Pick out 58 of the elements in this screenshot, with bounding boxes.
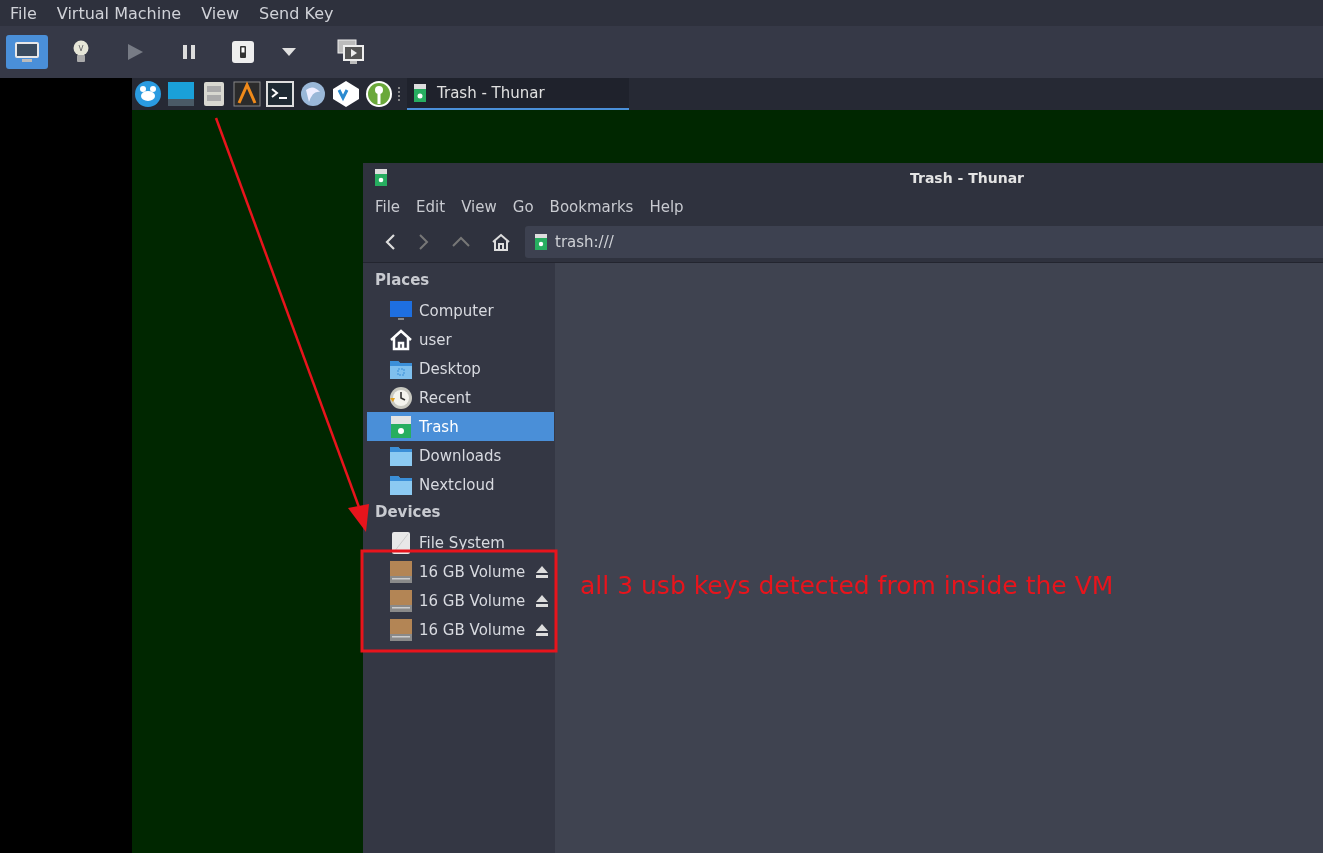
drive-icon: [389, 559, 413, 584]
back-icon[interactable]: [383, 233, 397, 251]
clock-icon: [389, 385, 413, 410]
caret-icon: [281, 47, 297, 57]
drive-icon: [389, 617, 413, 642]
sidebar-item[interactable]: File System: [367, 528, 554, 557]
monitor-icon: [389, 298, 413, 323]
menu-item[interactable]: File: [0, 3, 47, 23]
sidebar-item[interactable]: Nextcloud: [367, 470, 554, 499]
sidebar-item[interactable]: Computer: [367, 296, 554, 325]
sidebar-item[interactable]: Downloads: [367, 441, 554, 470]
play-icon: [125, 42, 145, 62]
screens-icon: [337, 39, 365, 65]
window-title: Trash - Thunar: [910, 169, 1025, 186]
menu-item[interactable]: Bookmarks: [541, 198, 642, 216]
trash-icon: [375, 169, 387, 186]
section-heading: Devices: [374, 502, 442, 523]
menu-item[interactable]: Edit: [408, 198, 454, 216]
trash-icon: [413, 84, 427, 102]
trash-icon: [389, 414, 413, 439]
annotation-text: all 3 usb keys detected from inside the VM: [580, 571, 1114, 600]
sidebar-item[interactable]: 16 GB Volume: [367, 615, 554, 644]
terminal-icon[interactable]: [266, 80, 294, 108]
taskbar-button[interactable]: Trash - Thunar: [407, 78, 629, 110]
up-icon[interactable]: [451, 236, 471, 248]
trash-icon: [535, 234, 547, 250]
toolbar-button[interactable]: [6, 35, 48, 69]
globe-icon[interactable]: [299, 80, 327, 108]
hexagon-icon[interactable]: [332, 80, 360, 108]
lightbulb-icon: [72, 39, 90, 65]
home-icon[interactable]: [491, 233, 511, 251]
section-heading: Places: [374, 270, 431, 291]
sidebar-item[interactable]: Desktop: [367, 354, 554, 383]
menu-item[interactable]: File: [367, 198, 409, 216]
home-icon: [389, 327, 413, 352]
mouse-icon[interactable]: [134, 80, 162, 108]
pause-icon: [180, 43, 198, 61]
menu-item[interactable]: Virtual Machine: [46, 3, 192, 23]
forward-icon[interactable]: [417, 233, 431, 251]
drive-icon: [389, 588, 413, 613]
eject-icon[interactable]: [535, 593, 549, 608]
sidebar-item[interactable]: Recent: [367, 383, 554, 412]
eject-icon[interactable]: [535, 564, 549, 579]
desktop-icon[interactable]: [167, 80, 195, 108]
sidebar-item[interactable]: 16 GB Volume: [367, 557, 554, 586]
sidebar-item[interactable]: user: [367, 325, 554, 354]
location-field[interactable]: trash:///: [525, 226, 1323, 258]
sidebar-item[interactable]: 16 GB Volume: [367, 586, 554, 615]
switch-icon: [231, 40, 255, 64]
menu-item[interactable]: Help: [641, 198, 692, 216]
key-icon[interactable]: [365, 80, 393, 108]
menu-item[interactable]: View: [453, 198, 505, 216]
menu-item[interactable]: Go: [504, 198, 542, 216]
monitor-icon: [14, 41, 40, 63]
menu-item[interactable]: View: [191, 3, 250, 23]
editor-icon[interactable]: [233, 80, 261, 108]
eject-icon[interactable]: [535, 622, 549, 637]
menu-item[interactable]: Send Key: [249, 3, 344, 23]
